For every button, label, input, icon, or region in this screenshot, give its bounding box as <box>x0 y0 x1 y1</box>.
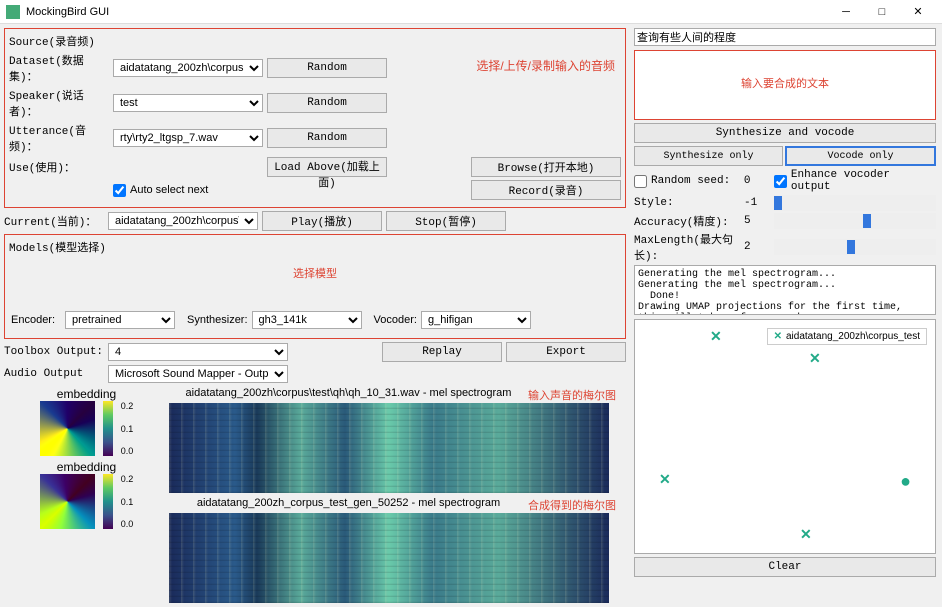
auto-select-checkbox[interactable]: Auto select next <box>113 184 208 197</box>
speaker-select[interactable]: test <box>113 94 263 112</box>
use-label: Use(使用)： <box>9 159 109 175</box>
window-title: MockingBird GUI <box>26 6 828 18</box>
source-label: Source(录音频) <box>9 33 109 49</box>
load-above-button[interactable]: Load Above(加载上面) <box>267 157 387 177</box>
models-group: Models(模型选择) 选择模型 Encoder: pretrained Sy… <box>4 234 626 339</box>
random-seed-value: 0 <box>744 175 774 187</box>
maxlen-slider[interactable] <box>774 239 936 255</box>
encoder-label: Encoder: <box>11 314 61 326</box>
random-seed-checkbox[interactable]: Random seed: <box>634 175 744 188</box>
spectro1-annot: 输入声音的梅尔图 <box>528 387 616 403</box>
synth-only-button[interactable]: Synthesize only <box>634 146 783 166</box>
query-input[interactable] <box>634 28 936 46</box>
synth-vocode-button[interactable]: Synthesize and vocode <box>634 123 936 143</box>
speaker-label: Speaker(说话者)： <box>9 87 109 119</box>
browse-button[interactable]: Browse(打开本地) <box>471 157 621 177</box>
clear-button[interactable]: Clear <box>634 557 936 577</box>
enhance-checkbox[interactable]: Enhance vocoder output <box>774 169 936 193</box>
embedding1-title: embedding <box>4 387 169 401</box>
dataset-random-button[interactable]: Random <box>267 58 387 78</box>
source-group: 选择/上传/录制输入的音频 Source(录音频) Dataset(数据集)： … <box>4 28 626 208</box>
dataset-select[interactable]: aidatatang_200zh\corpus <box>113 59 263 77</box>
spectro2-annot: 合成得到的梅尔图 <box>528 497 616 513</box>
vocode-only-button[interactable]: Vocode only <box>785 146 936 166</box>
replay-button[interactable]: Replay <box>382 342 502 362</box>
accuracy-label: Accuracy(精度): <box>634 213 744 229</box>
close-button[interactable]: ✕ <box>900 0 936 24</box>
synth-select[interactable]: gh3_141k <box>252 311 362 329</box>
spectro2-title: aidatatang_200zh_corpus_test_gen_50252 -… <box>197 497 500 509</box>
utterance-select[interactable]: rty\rty2_ltgsp_7.wav <box>113 129 263 147</box>
encoder-select[interactable]: pretrained <box>65 311 175 329</box>
spectro1-image <box>169 403 609 493</box>
synth-text-input[interactable]: 输入要合成的文本 <box>634 50 936 120</box>
umap-plot: ✕aidatatang_200zh\corpus_test ✕ ✕ ✕ ✕ ● <box>634 319 936 554</box>
minimize-button[interactable]: ─ <box>828 0 864 24</box>
maximize-button[interactable]: □ <box>864 0 900 24</box>
umap-point: ✕ <box>800 526 812 543</box>
current-select[interactable]: aidatatang_200zh\corpus\te <box>108 212 258 230</box>
stop-button[interactable]: Stop(暂停) <box>386 211 506 231</box>
audio-output-label: Audio Output <box>4 368 104 380</box>
vocoder-select[interactable]: g_hifigan <box>421 311 531 329</box>
style-label: Style: <box>634 197 744 209</box>
current-label: Current(当前)： <box>4 213 104 229</box>
models-annotation: 选择模型 <box>9 265 621 281</box>
record-button[interactable]: Record(录音) <box>471 180 621 200</box>
umap-legend: ✕aidatatang_200zh\corpus_test <box>767 328 927 345</box>
toolbox-output-select[interactable]: 4 <box>108 343 288 361</box>
spectro2-image <box>169 513 609 603</box>
style-slider[interactable] <box>774 195 936 211</box>
source-annotation: 选择/上传/录制输入的音频 <box>476 57 615 74</box>
export-button[interactable]: Export <box>506 342 626 362</box>
embedding2-title: embedding <box>4 460 169 474</box>
embedding1-colorbar <box>103 401 113 456</box>
synth-label: Synthesizer: <box>187 314 248 326</box>
titlebar: MockingBird GUI ─ □ ✕ <box>0 0 942 24</box>
dataset-label: Dataset(数据集)： <box>9 52 109 84</box>
embedding2-colorbar <box>103 474 113 529</box>
models-label: Models(模型选择) <box>9 239 109 255</box>
utterance-label: Utterance(音频)： <box>9 122 109 154</box>
embedding2-heatmap <box>40 474 95 529</box>
umap-point: ✕ <box>659 471 671 488</box>
toolbox-output-label: Toolbox Output: <box>4 346 104 358</box>
utterance-random-button[interactable]: Random <box>267 128 387 148</box>
accuracy-slider[interactable] <box>774 213 936 229</box>
spectro1-title: aidatatang_200zh\corpus\test\qh\qh_10_31… <box>186 387 512 399</box>
audio-output-select[interactable]: Microsoft Sound Mapper - Output <box>108 365 288 383</box>
play-button[interactable]: Play(播放) <box>262 211 382 231</box>
maxlen-label: MaxLength(最大句长): <box>634 231 744 263</box>
log-output: Generating the mel spectrogram... Genera… <box>634 265 936 315</box>
umap-point-current: ● <box>900 471 911 492</box>
vocoder-label: Vocoder: <box>374 314 417 326</box>
umap-point: ✕ <box>710 328 722 345</box>
app-icon <box>6 5 20 19</box>
embedding1-heatmap <box>40 401 95 456</box>
umap-point: ✕ <box>809 350 821 367</box>
speaker-random-button[interactable]: Random <box>267 93 387 113</box>
